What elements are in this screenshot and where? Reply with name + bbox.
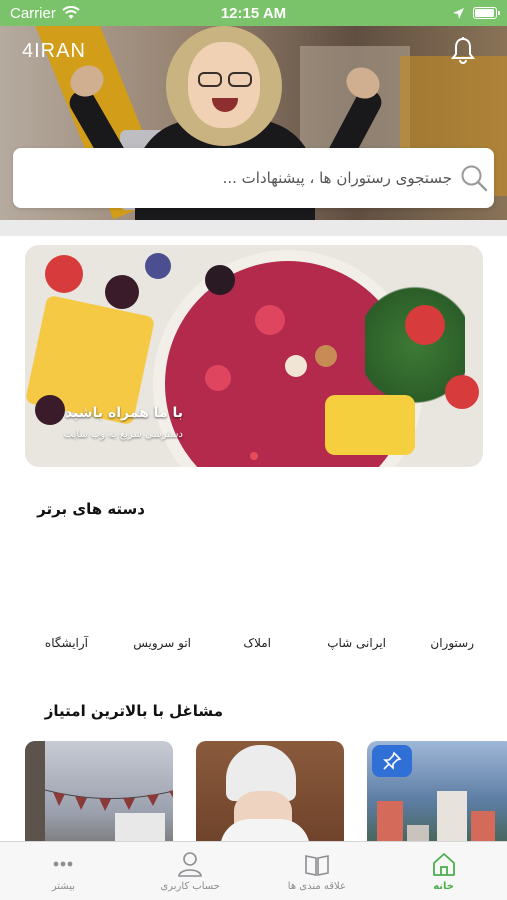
search-icon[interactable] (459, 163, 489, 193)
section-title-top-rated: مشاغل با بالاترین امتیاز (44, 702, 223, 720)
pin-icon (383, 751, 402, 770)
search-bar[interactable] (13, 148, 494, 208)
section-title-top-categories: دسته های برتر (37, 500, 145, 518)
home-icon (432, 853, 455, 876)
category-list: رستوران ایرانی شاپ املاک اتو سرویس آرایش… (0, 636, 507, 662)
tab-account-label: حساب کاربری (160, 881, 220, 892)
tab-home-label: خانه (433, 881, 455, 892)
tab-bar: بیشتر حساب کاربری علاقه مندی ها خانه (0, 841, 507, 900)
category-real-estate[interactable]: املاک (243, 636, 271, 650)
tab-favorites-label: علاقه مندی ها (287, 881, 346, 892)
business-card[interactable] (25, 741, 173, 841)
tab-home[interactable]: خانه (380, 842, 507, 900)
business-card[interactable] (196, 741, 344, 841)
home-screen: Carrier 12:15 AM 4IRAN جستجوی رستوران ها… (0, 0, 507, 900)
location-arrow-icon (453, 7, 464, 19)
business-card-list (0, 741, 507, 841)
status-bar: Carrier 12:15 AM (0, 0, 507, 26)
category-salon[interactable]: آرایشگاه (45, 636, 88, 650)
carousel-dot[interactable] (250, 452, 258, 460)
promo-banner[interactable]: با ما همراه باشید دسترسی سریع به وب سایت (25, 245, 483, 467)
tab-more-label: بیشتر (51, 881, 75, 892)
divider-strip (0, 220, 507, 236)
pin-badge[interactable] (372, 745, 412, 777)
more-icon (53, 861, 73, 867)
app-logo: 4IRAN (22, 40, 86, 62)
bunting-image (45, 789, 173, 811)
tab-account[interactable]: حساب کاربری (127, 842, 254, 900)
category-restaurant[interactable]: رستوران (430, 636, 474, 650)
wifi-icon (62, 6, 80, 19)
tab-favorites[interactable]: علاقه مندی ها (254, 842, 381, 900)
banner-subtitle: دسترسی سریع به وب سایت (63, 429, 183, 440)
carrier-label: Carrier (10, 4, 56, 22)
category-auto-service[interactable]: اتو سرویس (133, 636, 191, 650)
search-input[interactable] (52, 169, 452, 187)
battery-icon (473, 7, 500, 19)
user-icon (178, 852, 203, 877)
book-icon (305, 855, 329, 876)
banner-title: با ما همراه باشید (64, 405, 183, 421)
tab-more[interactable]: بیشتر (0, 842, 127, 900)
category-irani-shop[interactable]: ایرانی شاپ (327, 636, 386, 650)
bell-icon[interactable] (450, 36, 476, 66)
